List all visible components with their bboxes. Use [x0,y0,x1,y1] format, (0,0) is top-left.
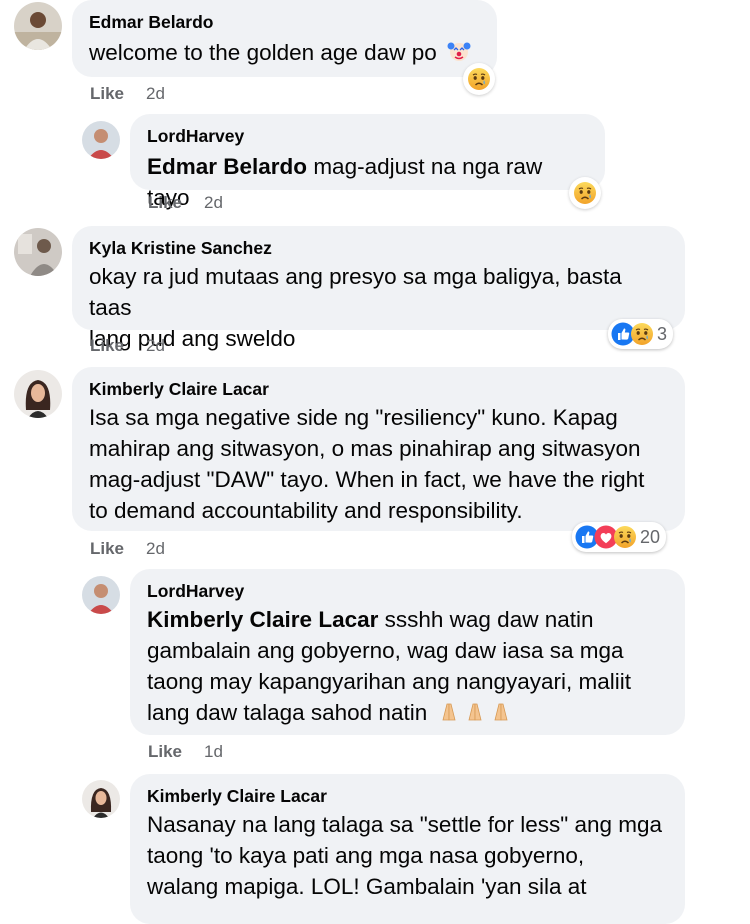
comment-author[interactable]: Kimberly Claire Lacar [89,378,669,400]
comment-text: welcome to the golden age daw po [89,37,481,71]
timestamp[interactable]: 2d [146,539,165,558]
avatar[interactable] [14,228,62,276]
timestamp[interactable]: 2d [146,84,165,103]
comment-actions: Like 2d [90,336,165,356]
reaction-count: 3 [657,323,668,344]
like-button[interactable]: Like [90,84,124,103]
comment-text-line: okay ra jud mutaas ang presyo sa mga bal… [89,264,622,320]
comment-text-line: Nasanay na lang talaga sa "settle for le… [147,812,663,837]
avatar[interactable] [82,121,120,159]
reply-bubble: Kimberly Claire Lacar Nasanay na lang ta… [130,774,685,924]
comment-author[interactable]: LordHarvey [147,580,669,602]
timestamp[interactable]: 1d [204,742,223,761]
avatar[interactable] [82,780,120,818]
comment-author[interactable]: Kyla Kristine Sanchez [89,237,669,259]
reaction-sad-icon[interactable] [569,177,601,209]
comment-text-line: lang pud ang sweldo [89,326,296,351]
comment-author[interactable]: Kimberly Claire Lacar [147,785,669,807]
reaction-count: 20 [640,526,661,547]
comment-text-line: Kimberly Claire Lacar ssshh wag daw nati… [147,607,594,632]
comment-text-line: mahirap ang sitwasyon, o mas pinahirap a… [89,436,641,461]
reaction-summary[interactable]: 20 [572,522,667,552]
comment-actions: Like 2d [90,539,165,559]
comment-author[interactable]: Edmar Belardo [89,11,481,33]
comment-bubble: Kyla Kristine Sanchez okay ra jud mutaas… [72,226,685,351]
like-button[interactable]: Like [148,742,182,761]
reply-bubble: LordHarvey Kimberly Claire Lacar ssshh w… [130,569,685,735]
comment-text-line: taong 'to kaya pati ang mga nasa gobyern… [147,843,585,868]
comment-text-line: gambalain ang gobyerno, wag daw iasa sa … [147,638,624,663]
comment-bubble: Kimberly Claire Lacar Isa sa mga negativ… [72,367,685,531]
like-button[interactable]: Like [90,539,124,558]
mention-link[interactable]: Kimberly Claire Lacar [147,607,378,632]
comment-actions: Like 2d [90,84,165,104]
reaction-summary[interactable]: 3 [608,319,674,349]
timestamp[interactable]: 2d [204,193,223,212]
timestamp[interactable]: 2d [146,336,165,355]
folded-hands-icon [437,699,513,730]
reply-bubble: LordHarvey Edmar Belardo mag-adjust na n… [130,114,605,210]
comment-author[interactable]: LordHarvey [147,125,589,147]
sad-icon [630,322,654,346]
comment-bubble: Edmar Belardo welcome to the golden age … [72,0,497,77]
comment-text-line: walang mapiga. LOL! Gambalain 'yan sila … [147,874,587,899]
like-button[interactable]: Like [148,193,182,212]
avatar[interactable] [14,370,62,418]
mention-link[interactable]: Edmar Belardo [147,154,307,179]
comment-actions: Like 1d [148,742,223,762]
comment-text-line: lang daw talaga sahod natin [147,697,669,730]
comment-text-line: taong may kapangyarihan ang nangyayari, … [147,669,632,694]
comment-text-line: Isa sa mga negative side ng "resiliency"… [89,405,618,430]
reaction-sad-icon[interactable] [463,63,495,95]
comment-actions: Like 2d [148,193,223,213]
avatar[interactable] [82,576,120,614]
comment-text-line: mag-adjust "DAW" tayo. When in fact, we … [89,467,645,492]
sad-icon [613,525,637,549]
like-button[interactable]: Like [90,336,124,355]
avatar[interactable] [14,2,62,50]
